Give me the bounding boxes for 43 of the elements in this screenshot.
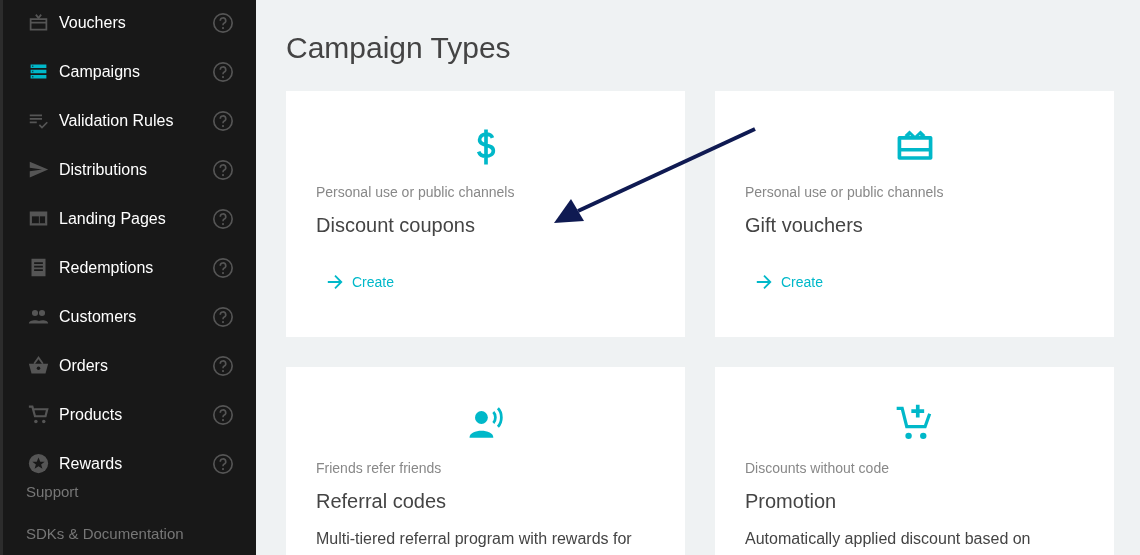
campaign-card[interactable]: Personal use or public channels Gift vouchers Create [715, 91, 1114, 337]
sidebar-item[interactable]: Orders [3, 341, 256, 390]
card-title: Discount coupons [316, 214, 476, 237]
sidebar-link[interactable]: SDKs & Documentation [26, 525, 256, 543]
card-description: Multi-tiered referral program with rewards for [316, 530, 633, 548]
campaign-card[interactable]: Friends refer friends Referral codes Multi-tiered referral program with rewards for [286, 367, 685, 555]
card-subtitle: Discounts without code [745, 460, 890, 476]
help-icon[interactable] [212, 158, 234, 181]
card-title: Referral codes [316, 490, 448, 513]
sidebar-item[interactable]: Landing Pages [3, 194, 256, 243]
card-description: Automatically applied discount based on [745, 530, 1032, 548]
card-subtitle: Personal use or public channels [316, 184, 516, 200]
sidebar-item[interactable]: Campaigns [3, 47, 256, 96]
help-icon[interactable] [212, 256, 234, 279]
card-title: Gift vouchers [745, 214, 864, 237]
card-subtitle: Friends refer friends [316, 460, 443, 476]
arrow-right-icon [326, 273, 344, 291]
card-title: Promotion [745, 490, 838, 513]
sidebar-item[interactable]: Validation Rules [3, 96, 256, 145]
help-icon[interactable] [212, 11, 234, 34]
sidebar-item[interactable]: Vouchers [3, 0, 256, 47]
sidebar-item[interactable]: Rewards [3, 439, 256, 476]
campaign-card[interactable]: Personal use or public channels Discount coupons Create [286, 91, 685, 337]
basket-icon [28, 355, 49, 376]
gift-card-icon [28, 12, 49, 33]
campaign-card[interactable]: Discounts without code Promotion Automatically applied discount based on [715, 367, 1114, 555]
card-subtitle: Personal use or public channels [745, 184, 945, 200]
help-icon[interactable] [212, 60, 234, 83]
page-title: Campaign Types [286, 30, 512, 66]
help-icon[interactable] [212, 403, 234, 426]
help-icon[interactable] [212, 109, 234, 132]
help-icon[interactable] [212, 354, 234, 377]
send-icon [28, 159, 49, 180]
arrow-right-icon [755, 273, 773, 291]
help-icon[interactable] [212, 305, 234, 328]
help-icon[interactable] [212, 452, 234, 475]
sidebar-link[interactable]: Support [26, 483, 256, 501]
sidebar-item[interactable]: Distributions [3, 145, 256, 194]
sidebar-item[interactable]: Customers [3, 292, 256, 341]
help-icon[interactable] [212, 207, 234, 230]
sidebar-item[interactable]: Products [3, 390, 256, 439]
cart-icon [28, 404, 49, 425]
sidebar-item[interactable]: Redemptions [3, 243, 256, 292]
